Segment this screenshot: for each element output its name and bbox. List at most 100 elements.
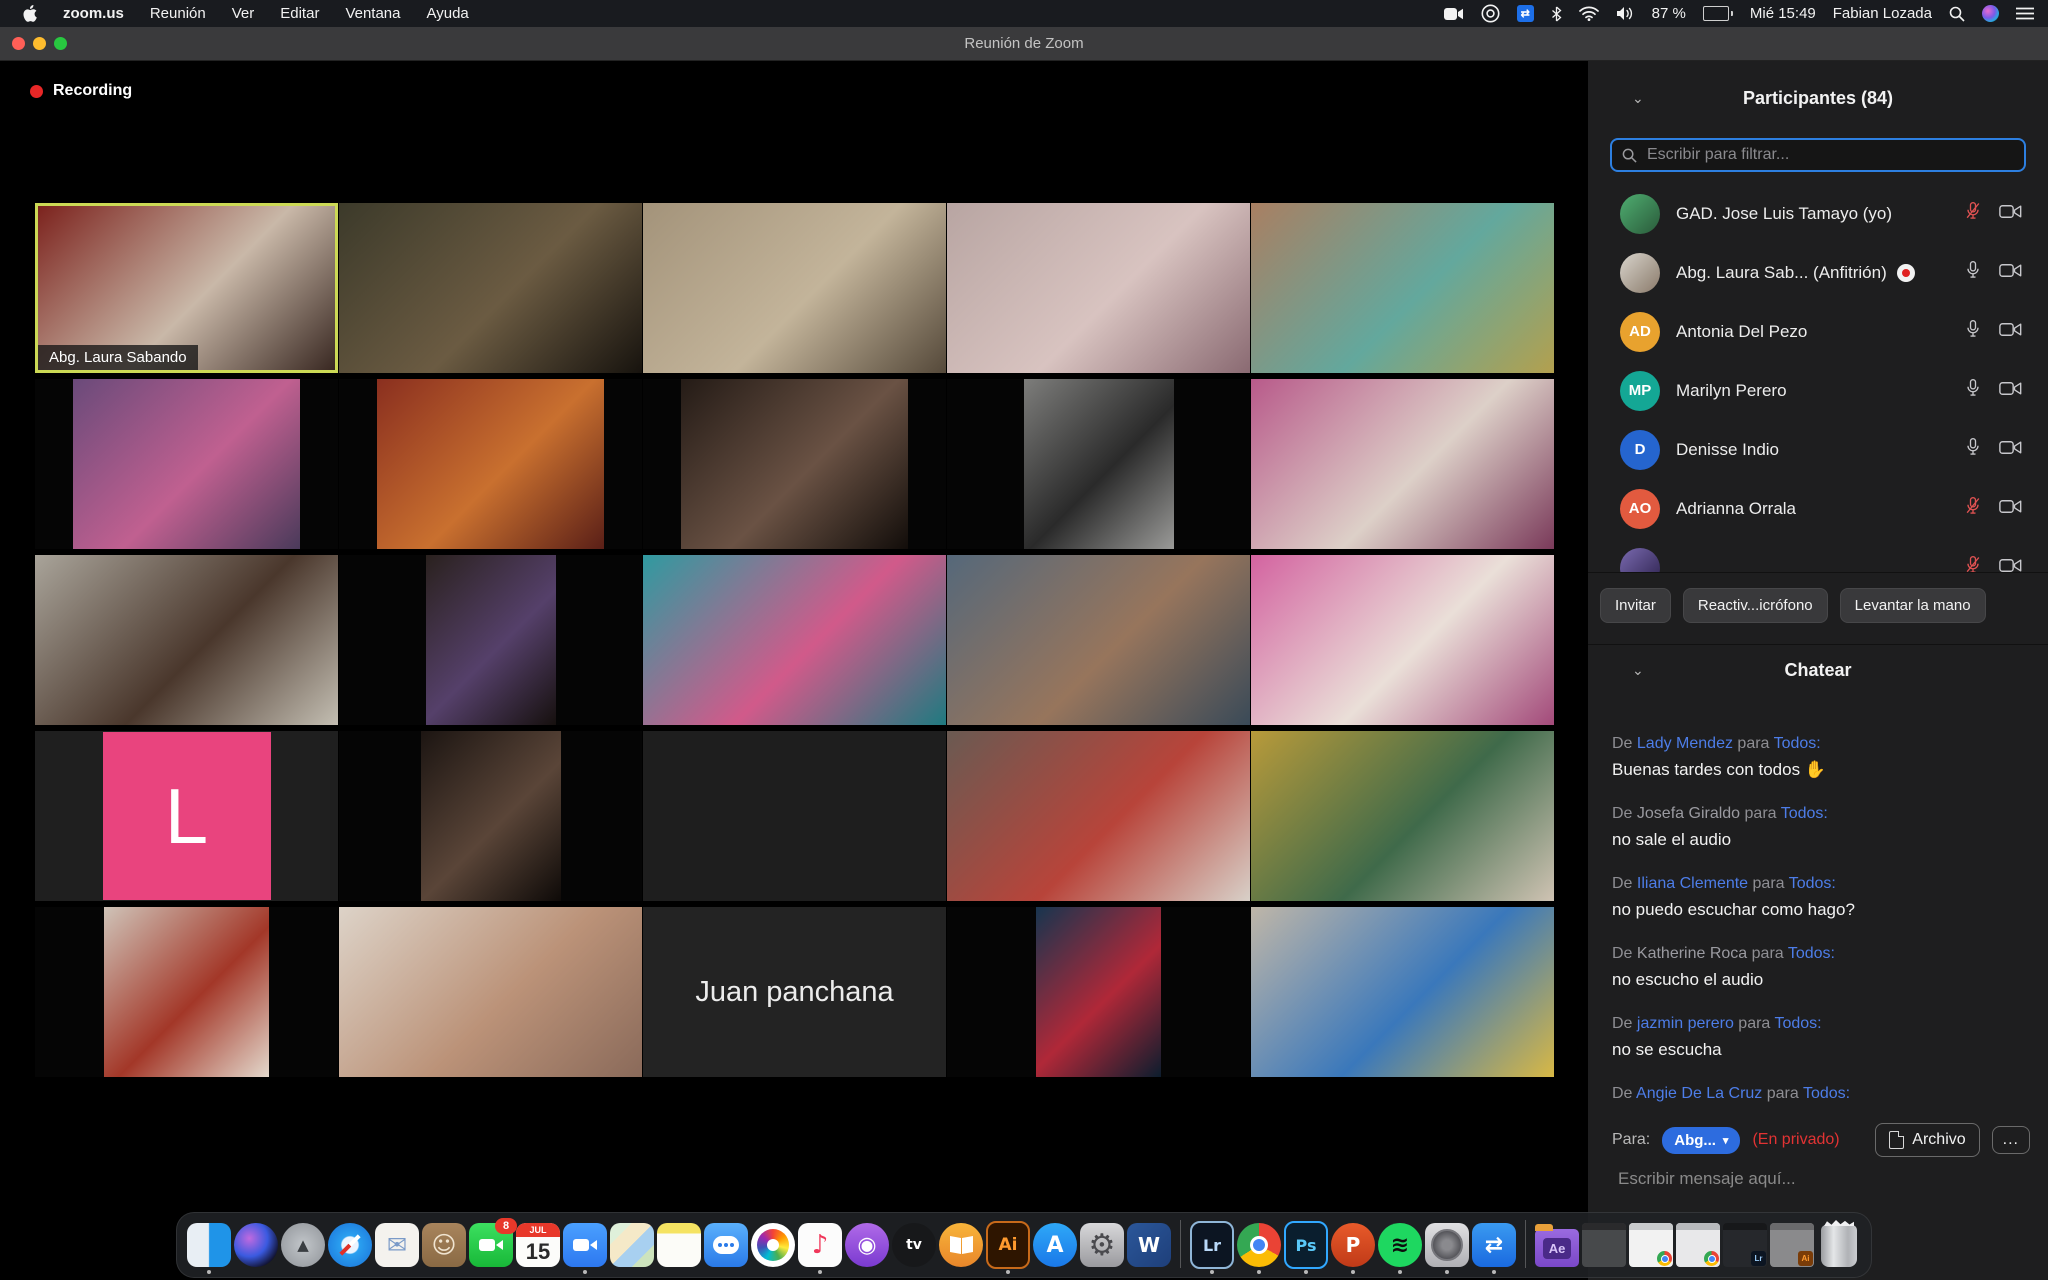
dock-item-powerpoint[interactable]: P xyxy=(1331,1222,1375,1268)
mic-muted-icon[interactable] xyxy=(1963,200,1983,227)
dock-item-mail[interactable]: ✉ xyxy=(375,1222,419,1268)
dock-item-chrome[interactable] xyxy=(1237,1222,1281,1268)
unmute-all-button[interactable]: Reactiv...icrófono xyxy=(1683,588,1828,623)
video-tile[interactable]: L xyxy=(35,731,338,901)
zoom-video-status-icon[interactable] xyxy=(1444,0,1464,27)
dock-item-notes[interactable] xyxy=(657,1222,701,1268)
menu-user[interactable]: Fabian Lozada xyxy=(1833,5,1932,22)
video-tile[interactable] xyxy=(35,907,338,1077)
video-tile[interactable] xyxy=(947,555,1250,725)
video-tile[interactable]: Abg. Laura Sabando xyxy=(35,203,338,373)
participant-filter-input[interactable] xyxy=(1645,145,2014,165)
dock-item-system-preferences[interactable]: ⚙ xyxy=(1080,1222,1124,1268)
video-tile[interactable] xyxy=(643,203,946,373)
video-tile[interactable] xyxy=(1251,379,1554,549)
video-tile[interactable] xyxy=(947,379,1250,549)
mic-icon[interactable] xyxy=(1963,377,1983,404)
menu-editar[interactable]: Editar xyxy=(280,5,319,22)
dock-item-lightroom[interactable]: Lr xyxy=(1190,1222,1234,1268)
camera-icon[interactable] xyxy=(1999,498,2022,520)
collapse-chat-icon[interactable]: ⌄ xyxy=(1632,662,1644,679)
recipient-dropdown[interactable]: Abg...▾ xyxy=(1662,1127,1740,1154)
video-tile[interactable] xyxy=(947,731,1250,901)
dock-item-spotify[interactable]: ≋ xyxy=(1378,1222,1422,1268)
mic-muted-icon[interactable] xyxy=(1963,554,1983,572)
dock-item-minimized-window[interactable] xyxy=(1582,1222,1626,1268)
camera-icon[interactable] xyxy=(1999,380,2022,402)
menu-ayuda[interactable]: Ayuda xyxy=(427,5,469,22)
dock-item-messages[interactable] xyxy=(704,1222,748,1268)
video-tile[interactable] xyxy=(643,731,946,901)
camera-icon[interactable] xyxy=(1999,203,2022,225)
dock-item-zoom[interactable] xyxy=(563,1222,607,1268)
mic-icon[interactable] xyxy=(1963,436,1983,463)
dock-item-minimized-illustrator-window[interactable]: Ai xyxy=(1770,1222,1814,1268)
dock-item-disk-utility[interactable] xyxy=(1425,1222,1469,1268)
participant-row[interactable]: GAD. Jose Luis Tamayo (yo) xyxy=(1588,184,2048,243)
video-tile[interactable] xyxy=(947,907,1250,1077)
menu-app-name[interactable]: zoom.us xyxy=(63,5,124,22)
more-options-button[interactable]: ... xyxy=(1992,1126,2030,1154)
video-tile[interactable] xyxy=(339,731,642,901)
camera-icon[interactable] xyxy=(1999,262,2022,284)
participant-filter[interactable] xyxy=(1610,138,2026,172)
spotlight-search-icon[interactable] xyxy=(1949,0,1965,27)
dock-item-calendar[interactable]: JUL15 xyxy=(516,1222,560,1268)
menu-ventana[interactable]: Ventana xyxy=(345,5,400,22)
dock-item-contacts[interactable]: ☺ xyxy=(422,1222,466,1268)
dock-item-minimized-chrome-window-2[interactable] xyxy=(1676,1222,1720,1268)
dock-item-launchpad[interactable]: ▲ xyxy=(281,1222,325,1268)
video-tile[interactable] xyxy=(1251,555,1554,725)
video-tile[interactable] xyxy=(35,555,338,725)
dock-item-facetime[interactable]: 8 xyxy=(469,1222,513,1268)
creative-cloud-icon[interactable] xyxy=(1481,0,1500,27)
participant-row[interactable]: Abg. Laura Sab... (Anfitrión) xyxy=(1588,243,2048,302)
dock-item-safari[interactable] xyxy=(328,1222,372,1268)
dock-item-maps[interactable] xyxy=(610,1222,654,1268)
video-tile[interactable] xyxy=(35,379,338,549)
participant-row[interactable]: DDenisse Indio xyxy=(1588,420,2048,479)
video-tile[interactable] xyxy=(947,203,1250,373)
siri-icon[interactable] xyxy=(1982,5,1999,22)
dock-item-podcasts[interactable]: ◉ xyxy=(845,1222,889,1268)
dock-item-siri[interactable] xyxy=(234,1222,278,1268)
participant-row[interactable] xyxy=(1588,538,2048,572)
menu-ver[interactable]: Ver xyxy=(232,5,255,22)
participant-row[interactable]: ADAntonia Del Pezo xyxy=(1588,302,2048,361)
dock-item-app-store[interactable]: A xyxy=(1033,1222,1077,1268)
dock-item-finder[interactable] xyxy=(187,1222,231,1268)
video-tile[interactable] xyxy=(339,379,642,549)
participant-row[interactable]: MPMarilyn Perero xyxy=(1588,361,2048,420)
video-tile[interactable] xyxy=(1251,731,1554,901)
collapse-participants-icon[interactable]: ⌄ xyxy=(1632,90,1644,107)
video-tile[interactable]: Juan panchana xyxy=(643,907,946,1077)
dock-item-minimized-chrome-window-1[interactable] xyxy=(1629,1222,1673,1268)
notification-center-icon[interactable] xyxy=(2016,0,2034,27)
dock-item-books[interactable] xyxy=(939,1222,983,1268)
video-tile[interactable] xyxy=(1251,203,1554,373)
video-tile[interactable] xyxy=(1251,907,1554,1077)
mic-muted-icon[interactable] xyxy=(1963,495,1983,522)
dock-item-teamviewer[interactable]: ⇄ xyxy=(1472,1222,1516,1268)
video-tile[interactable] xyxy=(643,379,946,549)
dock-item-after-effects-folder[interactable]: Ae xyxy=(1535,1222,1579,1268)
video-tile[interactable] xyxy=(339,555,642,725)
apple-menu-icon[interactable] xyxy=(22,0,37,27)
mic-icon[interactable] xyxy=(1963,259,1983,286)
bluetooth-icon[interactable] xyxy=(1551,0,1562,27)
camera-icon[interactable] xyxy=(1999,557,2022,573)
video-tile[interactable] xyxy=(339,907,642,1077)
video-tile[interactable] xyxy=(643,555,946,725)
video-tile[interactable] xyxy=(339,203,642,373)
dock-item-photos[interactable] xyxy=(751,1222,795,1268)
menu-clock[interactable]: Mié 15:49 xyxy=(1750,5,1816,22)
file-button[interactable]: Archivo xyxy=(1875,1123,1979,1157)
dock-item-trash[interactable] xyxy=(1817,1222,1861,1268)
camera-icon[interactable] xyxy=(1999,439,2022,461)
wifi-icon[interactable] xyxy=(1579,0,1599,27)
mic-icon[interactable] xyxy=(1963,318,1983,345)
menu-reunion[interactable]: Reunión xyxy=(150,5,206,22)
dock-item-word[interactable]: W xyxy=(1127,1222,1171,1268)
dock-item-apple-tv[interactable]: tv xyxy=(892,1222,936,1268)
camera-icon[interactable] xyxy=(1999,321,2022,343)
